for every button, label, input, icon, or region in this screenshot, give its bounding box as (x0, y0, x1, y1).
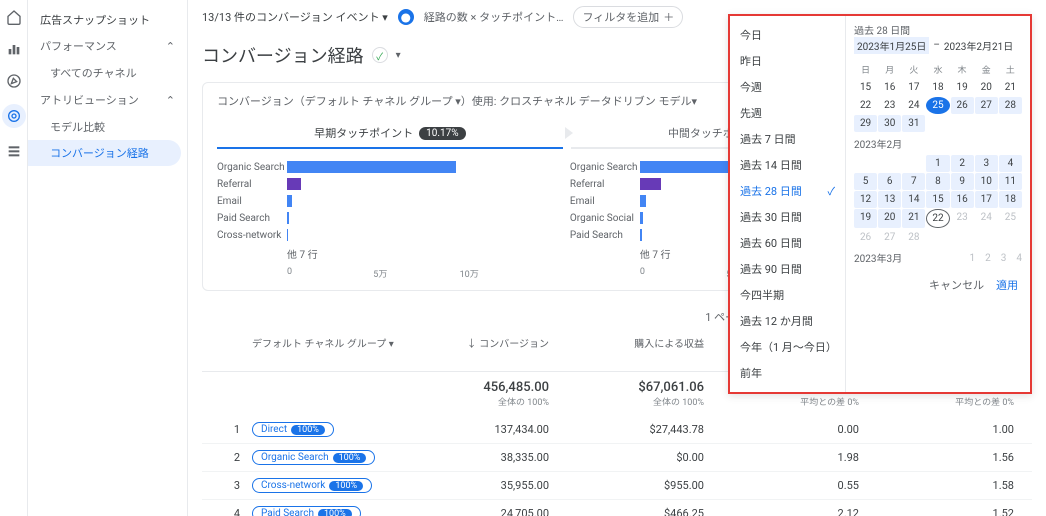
bar-chart-0: Organic Search Referral Email Paid Search Cr… (217, 161, 546, 280)
configure-icon[interactable] (5, 142, 23, 160)
event-count-dropdown[interactable]: 13/13 件のコンバージョン イベント ▾ (202, 9, 388, 25)
table-row[interactable]: 3 Cross-network 100% 35,955.00$955.000.5… (202, 472, 1032, 500)
date-to[interactable]: 2023年2月21日 (944, 38, 1013, 53)
sidebar-header: 広告スナップショット (28, 8, 187, 32)
sidebar: 広告スナップショット パフォーマンス⌃ すべてのチャネル アトリビューション⌃ … (28, 0, 188, 516)
reports-icon[interactable] (5, 40, 23, 58)
date-presets: 今日昨日今週先週過去 7 日間過去 14 日間過去 28 日間✓過去 30 日間… (730, 16, 846, 392)
date-preset[interactable]: 過去 7 日間 (730, 126, 845, 152)
plus-icon: ＋ (663, 9, 674, 25)
table-row[interactable]: 4 Paid Search 100% 24,705.00$466.252.121… (202, 500, 1032, 516)
date-preset[interactable]: 今週 (730, 74, 845, 100)
today[interactable]: 22 (926, 209, 949, 228)
chart-bar: Cross-network (217, 229, 546, 241)
date-preset[interactable]: 今四半期 (730, 282, 845, 308)
table-row[interactable]: 1 Direct 100% 137,434.00$27,443.780.001.… (202, 416, 1032, 444)
nav-rail (0, 0, 28, 516)
chevron-up-icon: ⌃ (166, 40, 175, 53)
channel-pill: Cross-network 100% (252, 478, 372, 493)
sidebar-item-conversion-paths[interactable]: コンバージョン経路 (28, 140, 181, 166)
date-preset[interactable]: 今日 (730, 22, 845, 48)
sidebar-group-attribution[interactable]: アトリビューション⌃ (28, 86, 187, 114)
home-icon[interactable] (5, 8, 23, 26)
selected-start-day[interactable]: 25 (926, 97, 949, 114)
sidebar-item-all-channels[interactable]: すべてのチャネル (28, 60, 187, 86)
sidebar-group-performance[interactable]: パフォーマンス⌃ (28, 32, 187, 60)
tab-early[interactable]: 早期タッチポイント10.17% (217, 119, 563, 149)
date-picker-popover: 今日昨日今週先週過去 7 日間過去 14 日間過去 28 日間✓過去 30 日間… (728, 14, 1032, 394)
date-preset[interactable]: 過去 14 日間 (730, 152, 845, 178)
advertising-icon[interactable] (2, 104, 26, 128)
calendar: 過去 28 日間 2023年1月25日 – 2023年2月21日 日月火水木金土… (846, 16, 1030, 392)
chart-bar: Email (217, 195, 546, 207)
date-from[interactable]: 2023年1月25日 (854, 37, 929, 54)
chart-bar: Referral (217, 178, 546, 190)
apply-button[interactable]: 適用 (996, 277, 1018, 293)
sidebar-item-model-compare[interactable]: モデル比較 (28, 114, 187, 140)
chevron-up-icon: ⌃ (166, 94, 175, 107)
date-preset[interactable]: 過去 60 日間 (730, 230, 845, 256)
metric-bullet: ● (398, 9, 414, 25)
check-icon[interactable]: ✓ (372, 47, 388, 63)
chart-bar: Paid Search (217, 212, 546, 224)
channel-pill: Paid Search 100% (252, 506, 361, 516)
date-preset[interactable]: 過去 30 日間 (730, 204, 845, 230)
date-preset[interactable]: 過去 28 日間✓ (730, 178, 845, 204)
dropdown-icon[interactable]: ▾ (396, 50, 401, 61)
chart-bar: Organic Search (217, 161, 546, 173)
table-row[interactable]: 2 Organic Search 100% 38,335.00$0.001.98… (202, 444, 1032, 472)
cancel-button[interactable]: キャンセル (929, 277, 984, 293)
channel-pill: Direct 100% (252, 422, 334, 437)
date-preset[interactable]: 過去 90 日間 (730, 256, 845, 282)
explore-icon[interactable] (5, 72, 23, 90)
date-preset[interactable]: 先週 (730, 100, 845, 126)
date-preset[interactable]: 昨日 (730, 48, 845, 74)
date-preset[interactable]: 今年（1 月～今日） (730, 334, 845, 360)
channel-pill: Organic Search 100% (252, 450, 375, 465)
add-filter-chip[interactable]: フィルタを追加 ＋ (573, 6, 683, 28)
date-preset[interactable]: 過去 12 か月間 (730, 308, 845, 334)
metric-chip[interactable]: 経路の数 × タッチポイント… (424, 9, 564, 25)
date-preset[interactable]: 前年 (730, 360, 845, 386)
